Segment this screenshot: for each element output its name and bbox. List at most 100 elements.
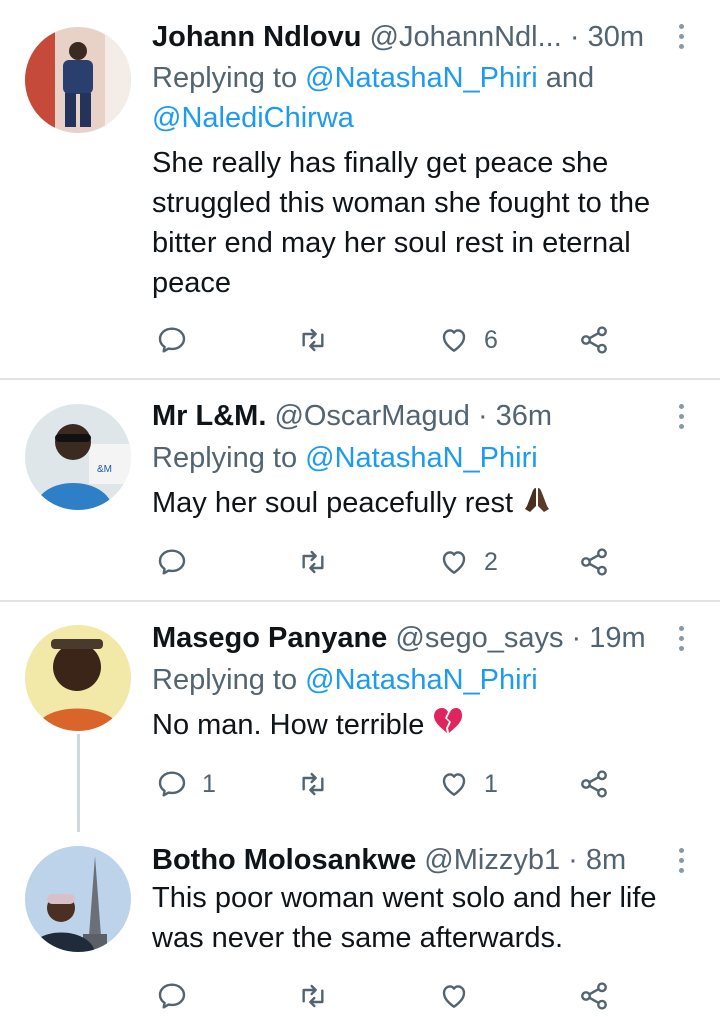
replying-to-label: Replying to xyxy=(152,442,306,474)
mention-link[interactable]: @NalediChirwa xyxy=(152,102,354,134)
more-options-icon[interactable] xyxy=(676,24,686,52)
display-name[interactable]: Botho Molosankwe xyxy=(152,844,416,876)
thread-connector xyxy=(77,734,80,832)
avatar[interactable] xyxy=(25,625,131,731)
more-options-icon[interactable] xyxy=(676,848,686,876)
tweet-text-line: No man. How terrible xyxy=(152,709,425,741)
timestamp[interactable]: · 19m xyxy=(572,622,646,654)
tweet-mr-lm[interactable]: &M Mr L&M. @OscarMagud · 36m Replying to… xyxy=(0,380,720,600)
like-button[interactable] xyxy=(438,976,484,1016)
like-button[interactable]: 2 xyxy=(438,542,498,582)
retweet-button[interactable] xyxy=(297,542,343,582)
like-icon xyxy=(442,329,466,352)
tweet-text-line: This poor woman went solo and her life xyxy=(152,882,657,914)
replying-to-label: Replying to xyxy=(152,62,306,94)
tweet-actions: 1 1 xyxy=(152,764,622,804)
tweet-text-line: was never the same afterwards. xyxy=(152,922,564,954)
tweet-text: May her soul peacefully rest xyxy=(152,483,690,523)
share-icon xyxy=(581,326,607,354)
retweet-icon xyxy=(302,328,324,352)
like-count: 6 xyxy=(484,325,498,354)
like-button[interactable]: 6 xyxy=(438,320,498,360)
user-handle[interactable]: @OscarMagud xyxy=(274,400,469,432)
tweet-text: No man. How terrible xyxy=(152,705,690,745)
tweet-header: Masego Panyane @sego_says · 19m xyxy=(152,618,660,658)
avatar-image xyxy=(25,625,131,731)
retweet-button[interactable] xyxy=(297,320,343,360)
reply-count: 1 xyxy=(202,769,216,798)
avatar-image xyxy=(25,846,131,952)
reply-button[interactable] xyxy=(156,320,202,360)
tweet-actions xyxy=(152,976,622,1016)
tweet-text-line: peace xyxy=(152,267,232,299)
like-count: 2 xyxy=(484,547,498,576)
retweet-icon xyxy=(302,984,324,1008)
user-handle[interactable]: @JohannNdl... xyxy=(370,21,562,53)
like-count: 1 xyxy=(484,769,498,798)
mention-link[interactable]: @NatashaN_Phiri xyxy=(305,664,538,696)
share-button[interactable] xyxy=(578,976,610,1016)
share-icon xyxy=(581,982,607,1010)
reply-button[interactable]: 1 xyxy=(156,764,216,804)
replying-to-label: Replying to xyxy=(152,664,306,696)
more-options-icon[interactable] xyxy=(676,626,686,654)
share-icon xyxy=(581,548,607,576)
tweet-text-line: She really has finally get peace she xyxy=(152,147,609,179)
replying-to: Replying to @NatashaN_Phiri xyxy=(152,438,690,478)
avatar[interactable] xyxy=(25,846,131,952)
more-options-icon[interactable] xyxy=(676,404,686,432)
like-icon xyxy=(442,551,466,574)
praying-hands-icon xyxy=(525,488,550,512)
broken-heart-icon xyxy=(434,708,463,733)
share-button[interactable] xyxy=(578,320,610,360)
svg-text:&M: &M xyxy=(97,464,112,475)
like-button[interactable]: 1 xyxy=(438,764,498,804)
retweet-icon xyxy=(302,550,324,574)
retweet-button[interactable] xyxy=(297,976,343,1016)
tweet-botho-molosankwe[interactable]: Botho Molosankwe @Mizzyb1 · 8m This poor… xyxy=(0,824,720,1017)
timestamp[interactable]: · 30m xyxy=(570,21,644,53)
tweet-text-line: May her soul peacefully rest xyxy=(152,487,514,519)
reply-button[interactable] xyxy=(156,976,202,1016)
display-name[interactable]: Masego Panyane xyxy=(152,622,387,654)
share-icon xyxy=(581,770,607,798)
replying-to: Replying to @NatashaN_Phiri and xyxy=(152,58,690,98)
avatar[interactable]: &M xyxy=(25,404,131,510)
timestamp[interactable]: · 36m xyxy=(478,400,552,432)
avatar-image xyxy=(25,27,131,133)
tweet-text: She really has finally get peace she str… xyxy=(152,143,690,303)
tweet-actions: 6 xyxy=(152,320,622,360)
replying-to-and: and xyxy=(537,62,595,94)
replying-to-line2: @NalediChirwa xyxy=(152,98,690,138)
tweet-masego-panyane[interactable]: Masego Panyane @sego_says · 19m Replying… xyxy=(0,602,720,832)
display-name[interactable]: Mr L&M. xyxy=(152,400,266,432)
tweet-johann-ndlovu[interactable]: Johann Ndlovu @JohannNdl... · 30m Replyi… xyxy=(0,0,720,378)
tweet-actions: 2 xyxy=(152,542,622,582)
share-button[interactable] xyxy=(578,542,610,582)
reply-icon xyxy=(158,983,186,1009)
mention-link[interactable]: @NatashaN_Phiri xyxy=(305,62,538,94)
avatar-image: &M xyxy=(25,404,131,510)
tweet-header: Botho Molosankwe @Mizzyb1 · 8m xyxy=(152,840,660,880)
reply-icon xyxy=(158,771,186,797)
tweet-text: This poor woman went solo and her life w… xyxy=(152,878,690,958)
tweet-header: Mr L&M. @OscarMagud · 36m xyxy=(152,396,660,436)
like-icon xyxy=(442,773,466,796)
user-handle[interactable]: @sego_says xyxy=(395,622,563,654)
share-button[interactable] xyxy=(578,764,610,804)
retweet-icon xyxy=(302,772,324,796)
tweet-text-line: bitter end may her soul rest in eternal xyxy=(152,227,631,259)
tweet-text-line: struggled this woman she fought to the xyxy=(152,187,651,219)
mention-link[interactable]: @NatashaN_Phiri xyxy=(305,442,538,474)
reply-button[interactable] xyxy=(156,542,202,582)
tweet-header: Johann Ndlovu @JohannNdl... · 30m xyxy=(152,17,660,57)
timestamp[interactable]: · 8m xyxy=(568,844,626,876)
retweet-button[interactable] xyxy=(297,764,343,804)
reply-icon xyxy=(158,549,186,575)
like-icon xyxy=(442,985,466,1008)
user-handle[interactable]: @Mizzyb1 xyxy=(424,844,560,876)
avatar[interactable] xyxy=(25,27,131,133)
reply-icon xyxy=(158,327,186,353)
replying-to: Replying to @NatashaN_Phiri xyxy=(152,660,690,700)
display-name[interactable]: Johann Ndlovu xyxy=(152,21,361,53)
